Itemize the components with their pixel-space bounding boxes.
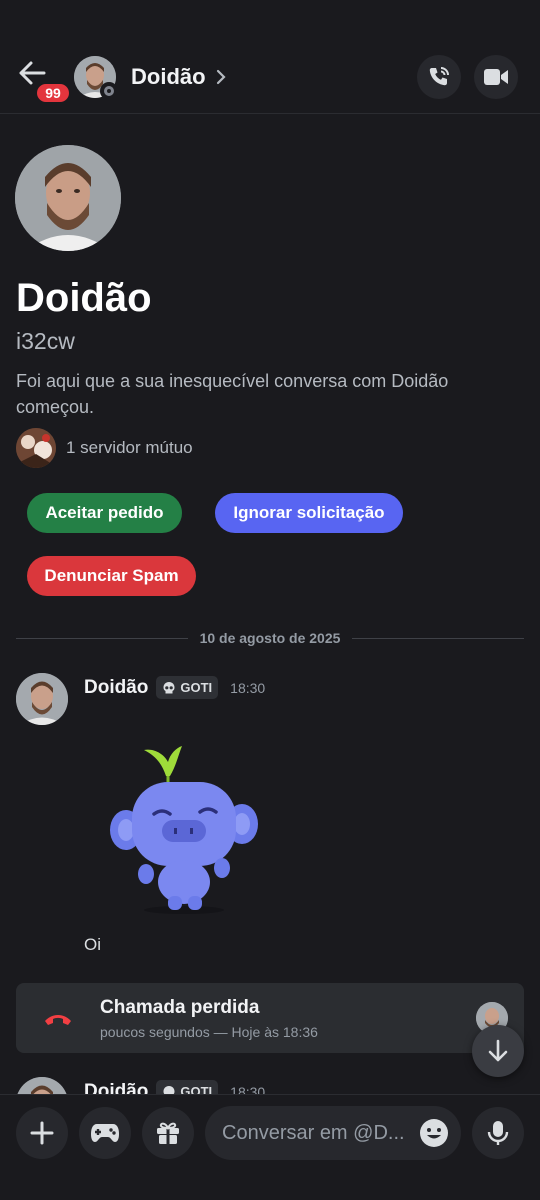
chat-header: 99 Doidão [0,0,540,114]
skull-icon [163,1085,175,1094]
unread-badge: 99 [35,82,71,104]
clan-tag[interactable]: GOTI [156,676,219,699]
profile-intro-text: Foi aqui que a sua inesquecível conversa… [16,371,449,417]
message-composer [0,1094,540,1200]
clan-tag-label: GOTI [180,680,213,695]
gift-icon [157,1122,179,1144]
message-input-wrap [205,1106,461,1160]
message-author[interactable]: Doidão [84,677,148,699]
dm-title-label: Doidão [131,64,206,89]
missed-call-icon [45,1015,71,1025]
chevron-right-icon [216,69,226,85]
jump-to-bottom-button[interactable] [472,1025,524,1077]
emoji-icon[interactable] [419,1118,449,1148]
arrow-down-icon [488,1039,508,1062]
divider-line [16,637,188,639]
message-author[interactable]: Doidão [84,1081,148,1095]
ignore-request-button[interactable]: Ignorar solicitação [215,493,403,533]
user-photo-icon [16,673,68,725]
dm-title[interactable]: Doidão [131,64,226,90]
profile-username: i32cw [16,328,75,354]
message-timestamp: 18:30 [230,1083,266,1095]
server-icon [16,428,56,468]
voice-call-button[interactable] [417,55,461,99]
server-avatar-icon [16,428,56,468]
partial-message: Doidão GOTI 18:30 [0,1076,540,1094]
message-avatar[interactable] [16,673,68,725]
wumpus-sticker[interactable] [104,742,264,918]
message-header: Doidão GOTI 18:30 [84,1080,265,1094]
message-timestamp: 18:30 [230,679,266,696]
message-text: Oi [84,935,101,954]
divider-line [352,637,524,639]
voice-message-button[interactable] [472,1107,524,1159]
clan-tag[interactable]: GOTI [156,1080,219,1094]
date-divider: 10 de agosto de 2025 [16,628,524,648]
accept-request-button[interactable]: Aceitar pedido [27,493,182,533]
user-photo-icon [15,145,121,251]
microphone-icon [487,1121,509,1145]
offline-status-icon [100,82,118,100]
clan-tag-label: GOTI [180,1084,213,1094]
profile-avatar[interactable] [15,145,121,251]
missed-call-card[interactable]: Chamada perdida poucos segundos — Hoje à… [16,983,524,1053]
mutual-servers-label: 1 servidor mútuo [66,438,193,457]
plus-icon [30,1121,54,1145]
divider-date: 10 de agosto de 2025 [199,630,341,646]
gamepad-icon [91,1124,119,1142]
report-spam-button[interactable]: Denunciar Spam [27,556,196,596]
call-title: Chamada perdida [100,997,260,1018]
call-subtitle: poucos segundos — Hoje às 18:36 [100,1024,318,1040]
mutual-servers[interactable]: 1 servidor mútuo [16,428,193,468]
video-camera-icon [484,69,508,85]
video-call-button[interactable] [474,55,518,99]
user-photo-icon [16,1077,68,1094]
message-input[interactable] [222,1106,412,1160]
message-avatar[interactable] [16,1077,68,1094]
phone-icon [429,67,449,86]
wumpus-sticker-icon [110,746,258,914]
activities-button[interactable] [79,1107,131,1159]
skull-icon [163,681,175,693]
add-attachment-button[interactable] [16,1107,68,1159]
gift-button[interactable] [142,1107,194,1159]
message-header: Doidão GOTI 18:30 [84,676,265,699]
profile-display-name: Doidão [16,276,152,320]
